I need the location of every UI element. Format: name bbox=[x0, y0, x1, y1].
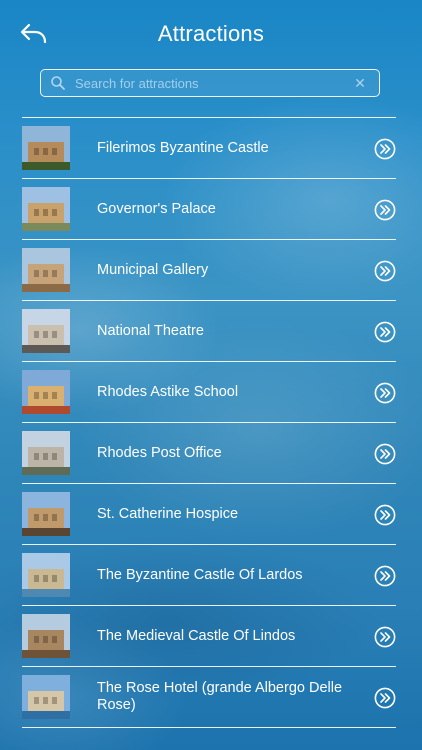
list-item[interactable]: St. Catherine Hospice bbox=[22, 484, 396, 545]
attraction-thumbnail bbox=[22, 187, 70, 231]
list-item[interactable]: Rhodes Astike School bbox=[22, 362, 396, 423]
list-item[interactable]: Rhodes Post Office bbox=[22, 423, 396, 484]
navigation-bar: Attractions bbox=[0, 0, 422, 66]
attraction-thumbnail bbox=[22, 614, 70, 658]
list-item[interactable]: The Medieval Castle Of Lindos bbox=[22, 606, 396, 667]
clear-search-icon[interactable]: ✕ bbox=[352, 74, 368, 92]
attraction-name: Rhodes Astike School bbox=[97, 383, 239, 400]
attraction-thumbnail bbox=[22, 248, 70, 292]
attraction-name: St. Catherine Hospice bbox=[97, 505, 239, 522]
attractions-list: Filerimos Byzantine Castle Governor's Pal… bbox=[22, 117, 396, 728]
chevron-right-icon[interactable] bbox=[374, 687, 396, 709]
attraction-thumbnail bbox=[22, 492, 70, 536]
chevron-right-icon[interactable] bbox=[374, 565, 396, 587]
list-item[interactable]: Governor's Palace bbox=[22, 179, 396, 240]
chevron-right-icon[interactable] bbox=[374, 443, 396, 465]
attraction-name: The Byzantine Castle Of Lardos bbox=[97, 566, 303, 583]
chevron-right-icon[interactable] bbox=[374, 504, 396, 526]
list-item[interactable]: The Byzantine Castle Of Lardos bbox=[22, 545, 396, 606]
chevron-right-icon[interactable] bbox=[374, 321, 396, 343]
attraction-name: The Medieval Castle Of Lindos bbox=[97, 627, 296, 644]
attraction-thumbnail bbox=[22, 370, 70, 414]
attraction-thumbnail bbox=[22, 309, 70, 353]
search-input[interactable] bbox=[75, 73, 355, 93]
chevron-right-icon[interactable] bbox=[374, 199, 396, 221]
attraction-name: Filerimos Byzantine Castle bbox=[97, 139, 269, 156]
attraction-name: Rhodes Post Office bbox=[97, 444, 222, 461]
attraction-thumbnail bbox=[22, 431, 70, 475]
list-item[interactable]: The Rose Hotel (grande Albergo Delle Ros… bbox=[22, 667, 396, 728]
attraction-thumbnail bbox=[22, 553, 70, 597]
attraction-name: National Theatre bbox=[97, 322, 204, 339]
attraction-name: Municipal Gallery bbox=[97, 261, 209, 278]
list-item[interactable]: Municipal Gallery bbox=[22, 240, 396, 301]
search-bar[interactable]: ✕ bbox=[40, 69, 380, 97]
attraction-thumbnail bbox=[22, 675, 70, 719]
chevron-right-icon[interactable] bbox=[374, 382, 396, 404]
chevron-right-icon[interactable] bbox=[374, 626, 396, 648]
attraction-thumbnail bbox=[22, 126, 70, 170]
page-title: Attractions bbox=[157, 21, 265, 46]
list-item[interactable]: National Theatre bbox=[22, 301, 396, 362]
chevron-right-icon[interactable] bbox=[374, 138, 396, 160]
attraction-name: Governor's Palace bbox=[97, 200, 216, 217]
attraction-name: The Rose Hotel (grande Albergo Delle Ros… bbox=[97, 680, 343, 713]
search-icon bbox=[51, 76, 65, 90]
list-item[interactable]: Filerimos Byzantine Castle bbox=[22, 118, 396, 179]
chevron-right-icon[interactable] bbox=[374, 260, 396, 282]
